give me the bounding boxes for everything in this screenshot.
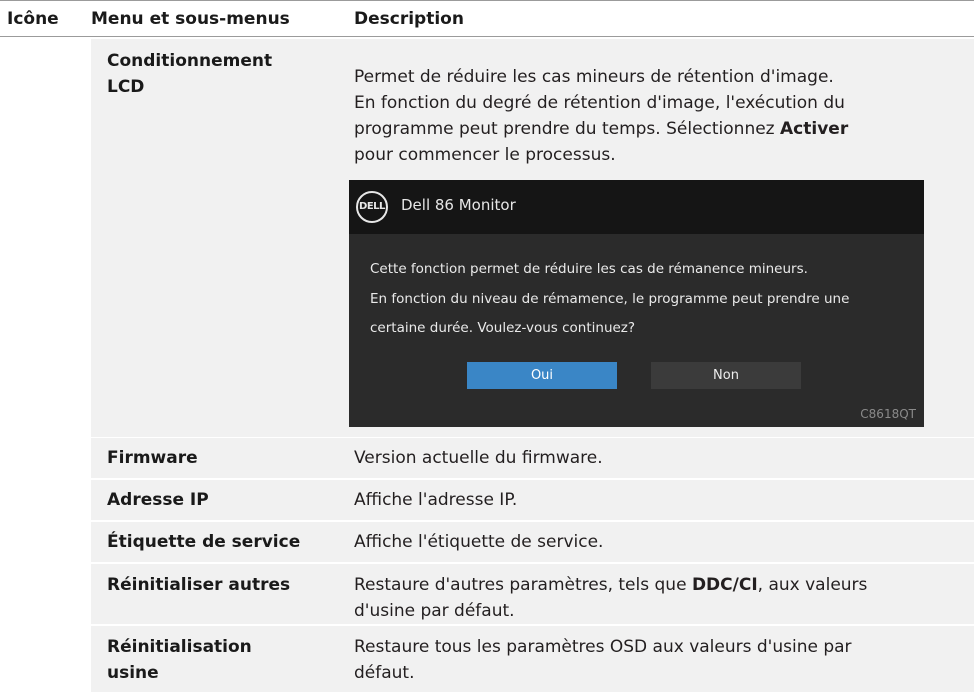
header-menu-column: Menu et sous-menus: [91, 9, 290, 29]
row-description: Restaure tous les paramètres OSD aux val…: [354, 637, 852, 683]
table-row-ip-address: Adresse IP Affiche l'adresse IP.: [91, 480, 974, 520]
row-description: Permet de réduire les cas mineurs de rét…: [354, 67, 849, 165]
header-bottom-rule: [0, 36, 974, 37]
row-name: Étiquette de service: [107, 532, 301, 552]
row-description: Affiche l'adresse IP.: [354, 490, 518, 510]
activate-keyword: Activer: [780, 119, 849, 139]
osd-no-button: Non: [651, 362, 801, 389]
osd-title: Dell 86 Monitor: [401, 196, 516, 214]
row-name: Adresse IP: [107, 490, 209, 510]
osd-model-number: C8618QT: [860, 407, 916, 421]
row-name: Firmware: [107, 448, 198, 468]
osd-message-line-3: certaine durée. Voulez-vous continuez?: [370, 320, 636, 336]
osd-yes-button: Oui: [467, 362, 617, 389]
table-row-service-tag: Étiquette de service Affiche l'étiquette…: [91, 522, 974, 562]
osd-message-line-2: En fonction du niveau de rémamence, le p…: [370, 291, 850, 307]
header-description-column: Description: [354, 9, 464, 29]
table-header: Icône Menu et sous-menus Description: [0, 0, 974, 37]
row-description: Restaure d'autres paramètres, tels que D…: [354, 575, 868, 621]
osd-title-bar: DELL Dell 86 Monitor: [349, 180, 924, 234]
row-name: Réinitialiser autres: [107, 575, 291, 595]
osd-dialog-image: DELL Dell 86 Monitor Cette fonction perm…: [349, 180, 924, 427]
dell-logo: DELL: [356, 191, 388, 223]
table-row-reset-other: Réinitialiser autres Restaure d'autres p…: [91, 564, 974, 624]
row-description: Affiche l'étiquette de service.: [354, 532, 604, 552]
row-name: Réinitialisation usine: [107, 637, 252, 683]
table-row-firmware: Firmware Version actuelle du firmware.: [91, 438, 974, 478]
row-name: Conditionnement LCD: [107, 51, 273, 97]
header-top-rule: [0, 0, 974, 1]
osd-message-line-1: Cette fonction permet de réduire les cas…: [370, 261, 808, 277]
ddc-ci-keyword: DDC/CI: [691, 575, 758, 595]
table-row-factory-reset: Réinitialisation usine Restaure tous les…: [91, 626, 974, 692]
header-icon-column: Icône: [7, 9, 59, 29]
row-description: Version actuelle du firmware.: [354, 448, 603, 468]
